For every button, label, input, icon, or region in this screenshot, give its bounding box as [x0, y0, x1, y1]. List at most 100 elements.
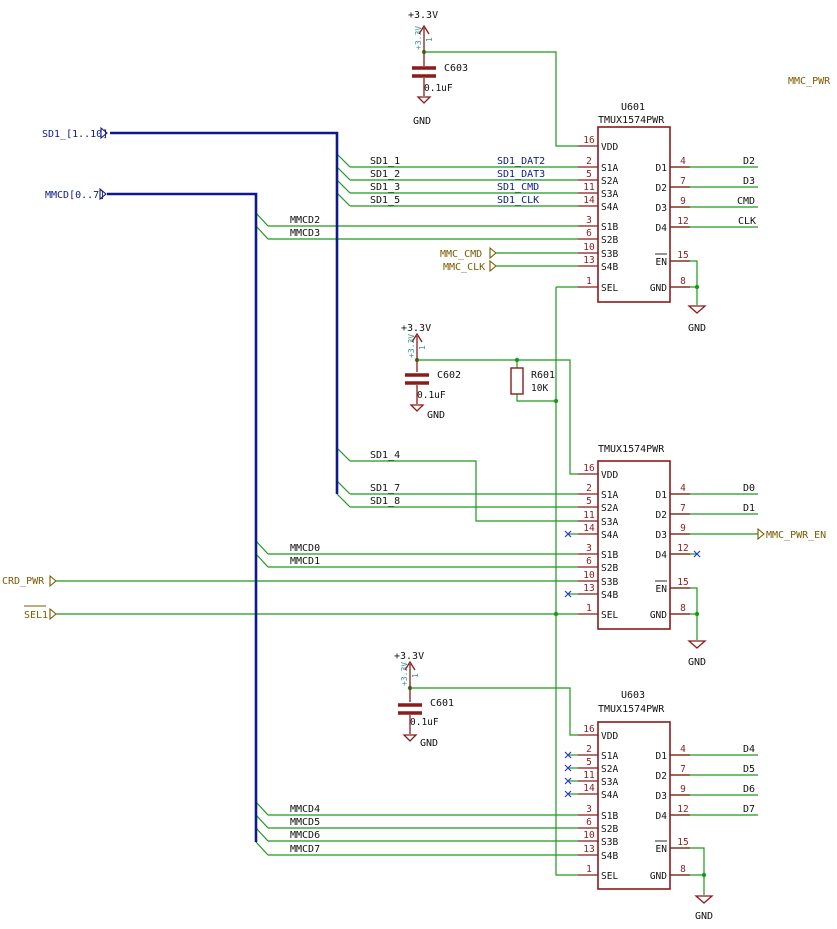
- pin-number: 10: [583, 830, 595, 841]
- vcc-label: +3.3V: [401, 323, 431, 334]
- pin-number: 8: [680, 276, 686, 287]
- pin-number: 16: [583, 135, 595, 146]
- pin-name: VDD: [601, 142, 618, 153]
- pin-name: S4B: [601, 590, 618, 601]
- pin-name: S4A: [601, 530, 618, 541]
- pin-name: D4: [656, 223, 668, 234]
- pin-name: S1B: [601, 222, 618, 233]
- net-label: SD1_5: [370, 195, 400, 206]
- pin-number: 10: [583, 242, 595, 253]
- bus-label-sd1: SD1_[1..10]: [42, 129, 108, 140]
- u601-value: TMUX1574PWR: [598, 115, 665, 126]
- pin-number: 3: [586, 215, 592, 226]
- pin-number: 16: [583, 463, 595, 474]
- pin-number: 15: [677, 577, 688, 588]
- pin-name: S1B: [601, 811, 618, 822]
- pin-name: D3: [656, 530, 667, 541]
- pin-name: S2B: [601, 235, 618, 246]
- pin-number: 13: [583, 255, 594, 266]
- pin-name: S3A: [601, 189, 618, 200]
- pin-name: S1A: [601, 751, 618, 762]
- pin-name: S2A: [601, 764, 618, 775]
- global-label-mmc-clk: MMC_CLK: [443, 262, 485, 273]
- global-label-sel1: SEL1: [24, 610, 48, 621]
- pin-number: 3: [586, 543, 592, 554]
- net-label: D2: [743, 156, 755, 167]
- pin-number: 12: [677, 543, 688, 554]
- pin-name: S3B: [601, 577, 618, 588]
- pin-number: 1: [586, 603, 592, 614]
- schematic-canvas: 16VDD2S1A5S2A11S3A14S4A3S1B6S2B10S3B13S4…: [2, 10, 831, 922]
- pin-number: 11: [583, 510, 595, 521]
- pin-name: S4A: [601, 790, 618, 801]
- hidden-pin-number: 1: [418, 345, 427, 350]
- pin-name: S4B: [601, 851, 618, 862]
- r601-ref: R601: [531, 370, 555, 381]
- pin-texts: 16 VDD 2 S1A 5 S2A 11 S3A 1 4 S4A 3 S1B 6 S2B 10 S3B 13 S4…: [583, 135, 688, 882]
- net-label: SD1_CLK: [497, 195, 539, 206]
- pin-number: 5: [586, 169, 592, 180]
- net-label: MMCD1: [290, 556, 320, 567]
- u601-ref: U601: [621, 102, 645, 113]
- pin-name: VDD: [601, 731, 618, 742]
- pin-name: D3: [656, 203, 667, 214]
- net-label: D0: [743, 483, 755, 494]
- pin-name: S4A: [601, 202, 618, 213]
- u603-value: TMUX1574PWR: [598, 704, 665, 715]
- pin-number: 4: [680, 744, 686, 755]
- c603-value: 0.1uF: [424, 83, 453, 94]
- gnd-label: GND: [427, 410, 445, 421]
- pin-number: 6: [586, 228, 592, 239]
- pin-number: 6: [586, 817, 592, 828]
- net-label: SD1_8: [370, 496, 400, 507]
- u603-ref: U603: [621, 690, 645, 701]
- pin-number: 11: [583, 182, 595, 193]
- c602-value: 0.1uF: [417, 390, 446, 401]
- pin-number: 2: [586, 483, 592, 494]
- pin-name: D1: [656, 751, 668, 762]
- hidden-pin-number: 1: [425, 37, 434, 42]
- pin-number: 15: [677, 837, 688, 848]
- gnd-label: GND: [688, 323, 706, 334]
- pin-number: 4: [680, 156, 686, 167]
- bus-label-mmcd: MMCD[0..7]: [45, 190, 105, 201]
- net-label: D5: [743, 764, 755, 775]
- net-label: D1: [743, 503, 755, 514]
- schematic-sheet: 16 VDD 2 S1A 5 S2A 11 S3A 14 S4A 3 S1B 6 S2B 10 S3B 13 S4…: [0, 0, 837, 929]
- global-label-mmc-cmd: MMC_CMD: [440, 249, 482, 260]
- net-label: MMCD3: [290, 228, 320, 239]
- chip-u601: [597, 126, 671, 303]
- pin-name: S3B: [601, 249, 618, 260]
- pin-name: SEL: [601, 283, 618, 294]
- pin-name: S1A: [601, 163, 618, 174]
- pin-name: S4B: [601, 262, 618, 273]
- pin-name: S2A: [601, 176, 618, 187]
- net-label: SD1_CMD: [497, 182, 539, 193]
- net-label: SD1_7: [370, 483, 400, 494]
- hidden-pin-number: 1: [411, 673, 420, 678]
- net-label: D6: [743, 784, 755, 795]
- wires: [56, 51, 758, 895]
- pin-number: 9: [680, 523, 686, 534]
- pin-number: 9: [680, 196, 686, 207]
- chip-u602: [597, 460, 671, 630]
- net-label: MMCD6: [290, 830, 320, 841]
- net-label: D7: [743, 804, 755, 815]
- global-label-mmc-pwr-en: MMC_PWR_EN: [766, 530, 826, 541]
- net-label: MMCD5: [290, 817, 320, 828]
- hidden-pin-name: +3.3V: [414, 26, 423, 50]
- u602-value: TMUX1574PWR: [598, 444, 665, 455]
- global-label-crd-pwr: CRD_PWR: [2, 576, 45, 587]
- pin-number: 15: [677, 250, 688, 261]
- pin-name: S3A: [601, 777, 618, 788]
- pin-name: D1: [656, 490, 668, 501]
- pin-number: 5: [586, 757, 592, 768]
- pin-number: 10: [583, 570, 595, 581]
- pin-name: S1B: [601, 550, 618, 561]
- pin-number: 5: [586, 496, 592, 507]
- pin-name: D1: [656, 163, 668, 174]
- pin-name: S2B: [601, 824, 618, 835]
- vcc-label: +3.3V: [394, 651, 424, 662]
- net-label: SD1_1: [370, 156, 400, 167]
- pin-number: 2: [586, 744, 592, 755]
